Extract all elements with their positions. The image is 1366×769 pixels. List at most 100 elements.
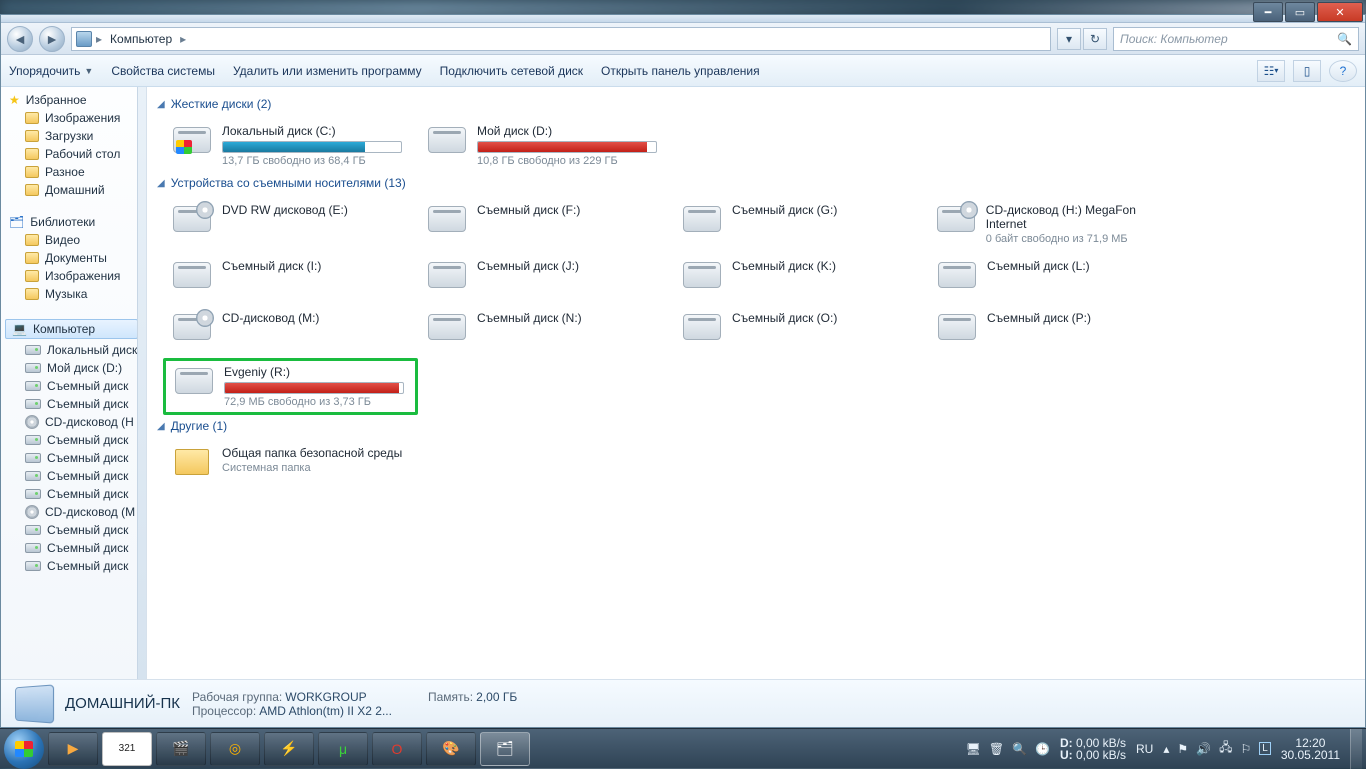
drive-item[interactable]: Мой диск (D:) 10,8 ГБ свободно из 229 ГБ — [418, 119, 673, 172]
sidebar-item[interactable]: Видео — [1, 231, 146, 249]
drive-item[interactable]: Съемный диск (I:) — [163, 254, 418, 302]
taskbar-app-explorer[interactable]: 🗂 — [480, 732, 530, 766]
content-pane[interactable]: ◢ Жесткие диски (2) Локальный диск (C:) 1… — [147, 87, 1365, 679]
start-button[interactable] — [4, 729, 44, 769]
sidebar-item[interactable]: Локальный диск — [1, 341, 146, 359]
tray-icon-recycle[interactable]: 🗑 — [989, 742, 1004, 756]
sidebar-item[interactable]: Съемный диск — [1, 377, 146, 395]
preview-pane-button[interactable]: ▯ — [1293, 60, 1321, 82]
memory-value: 2,00 ГБ — [476, 690, 517, 704]
show-desktop-button[interactable] — [1350, 729, 1362, 769]
sidebar-item[interactable]: Съемный диск — [1, 431, 146, 449]
system-tray[interactable]: 🖥 🗑 🔍 🕒 D: 0,00 kB/s U: 0,00 kB/s RU ▴ ⚑… — [966, 737, 1346, 761]
taskbar[interactable]: ▶ 321 🎬 ◎ ⚡ μ O 🎨 🗂 🖥 🗑 🔍 🕒 D: 0,00 kB/s… — [0, 728, 1366, 768]
clock[interactable]: 12:20 30.05.2011 — [1281, 737, 1340, 761]
titlebar[interactable] — [1, 15, 1365, 23]
drive-item[interactable]: Локальный диск (C:) 13,7 ГБ свободно из … — [163, 119, 418, 172]
refresh-button[interactable]: ↻ — [1083, 28, 1107, 50]
close-button[interactable]: ✕ — [1317, 2, 1363, 22]
view-options-button[interactable]: ☷▾ — [1257, 60, 1285, 82]
sidebar-item[interactable]: Домашний — [1, 181, 146, 199]
taskbar-app-paint[interactable]: 🎨 — [426, 732, 476, 766]
sidebar-item[interactable]: Изображения — [1, 267, 146, 285]
forward-button[interactable]: ► — [39, 26, 65, 52]
sidebar-item-computer[interactable]: 💻Компьютер — [5, 319, 138, 339]
sidebar-item[interactable]: Съемный диск — [1, 467, 146, 485]
group-header-removable[interactable]: ◢Устройства со съемными носителями (13) — [157, 172, 1359, 198]
drive-item[interactable]: Evgeniy (R:) 72,9 МБ свободно из 3,73 ГБ — [163, 358, 418, 415]
sidebar-item[interactable]: Съемный диск — [1, 485, 146, 503]
drive-item[interactable]: Съемный диск (N:) — [418, 306, 673, 354]
back-button[interactable]: ◄ — [7, 26, 33, 52]
sidebar-item[interactable]: CD-дисковод (M — [1, 503, 146, 521]
history-dropdown[interactable]: ▾ — [1057, 28, 1081, 50]
navigation-pane[interactable]: ★Избранное ИзображенияЗагрузкиРабочий ст… — [1, 87, 147, 679]
taskbar-app-media[interactable]: ▶ — [48, 732, 98, 766]
search-input[interactable]: Поиск: Компьютер 🔍 — [1113, 27, 1359, 51]
drive-item[interactable]: CD-дисковод (M:) — [163, 306, 418, 354]
language-indicator[interactable]: RU — [1136, 742, 1153, 756]
workgroup-value: WORKGROUP — [285, 690, 366, 704]
sidebar-item[interactable]: Съемный диск — [1, 395, 146, 413]
tray-icon-display[interactable]: 🖥 — [966, 742, 981, 756]
maximize-button[interactable]: ▭ — [1285, 2, 1315, 22]
drive-item[interactable]: Съемный диск (P:) — [928, 306, 1183, 354]
net-u-label: U: — [1060, 748, 1073, 762]
clock-time: 12:20 — [1281, 737, 1340, 749]
sidebar-item[interactable]: Рабочий стол — [1, 145, 146, 163]
drive-item[interactable]: Съемный диск (G:) — [673, 198, 928, 250]
breadcrumb[interactable]: ▸ Компьютер ▸ — [71, 27, 1051, 51]
sidebar-item[interactable]: Съемный диск — [1, 449, 146, 467]
drive-item[interactable]: Съемный диск (F:) — [418, 198, 673, 250]
drive-item[interactable]: Общая папка безопасной среды Системная п… — [163, 441, 418, 489]
taskbar-app-mpc[interactable]: 321 — [102, 732, 152, 766]
tray-flag-icon[interactable]: ⚑ — [1177, 742, 1188, 756]
favorites-label: Избранное — [26, 93, 87, 107]
drive-subtext: 0 байт свободно из 71,9 МБ — [986, 233, 1174, 245]
collapse-icon: ◢ — [157, 99, 165, 110]
drive-item[interactable]: Съемный диск (K:) — [673, 254, 928, 302]
minimize-button[interactable]: ━ — [1253, 2, 1283, 22]
open-control-panel-button[interactable]: Открыть панель управления — [601, 64, 760, 78]
taskbar-app-video[interactable]: 🎬 — [156, 732, 206, 766]
group-header-other[interactable]: ◢Другие (1) — [157, 415, 1359, 441]
tray-lan-icon[interactable]: L — [1259, 742, 1271, 755]
tray-network-icon[interactable]: 🖧 — [1219, 738, 1232, 759]
tray-icon-search[interactable]: 🔍 — [1012, 742, 1027, 756]
drive-item[interactable]: Съемный диск (O:) — [673, 306, 928, 354]
tray-expand-icon[interactable]: ▴ — [1163, 742, 1169, 756]
sidebar-item[interactable]: Документы — [1, 249, 146, 267]
network-meter[interactable]: D: 0,00 kB/s U: 0,00 kB/s — [1060, 737, 1126, 761]
drive-item[interactable]: Съемный диск (L:) — [928, 254, 1183, 302]
favorites-group[interactable]: ★Избранное — [1, 87, 146, 109]
drive-icon — [172, 259, 212, 291]
drive-item[interactable]: CD-дисковод (H:) MegaFon Internet 0 байт… — [928, 198, 1183, 250]
taskbar-app-aimp[interactable]: ◎ — [210, 732, 260, 766]
map-network-drive-button[interactable]: Подключить сетевой диск — [440, 64, 583, 78]
taskbar-app-daemon[interactable]: ⚡ — [264, 732, 314, 766]
group-header-hdd[interactable]: ◢ Жесткие диски (2) — [157, 93, 1359, 119]
drive-item[interactable]: DVD RW дисковод (E:) — [163, 198, 418, 250]
tray-icon-clock[interactable]: 🕒 — [1035, 742, 1050, 756]
sidebar-item[interactable]: Съемный диск — [1, 557, 146, 575]
sidebar-item[interactable]: Съемный диск — [1, 539, 146, 557]
uninstall-programs-button[interactable]: Удалить или изменить программу — [233, 64, 422, 78]
organize-menu[interactable]: Упорядочить▼ — [9, 64, 93, 78]
system-properties-button[interactable]: Свойства системы — [111, 64, 215, 78]
taskbar-app-opera[interactable]: O — [372, 732, 422, 766]
breadcrumb-computer[interactable]: Компьютер — [106, 32, 176, 46]
sidebar-item[interactable]: Изображения — [1, 109, 146, 127]
drive-item[interactable]: Съемный диск (J:) — [418, 254, 673, 302]
sidebar-item[interactable]: Загрузки — [1, 127, 146, 145]
sidebar-item[interactable]: CD-дисковод (H — [1, 413, 146, 431]
sidebar-item[interactable]: Мой диск (D:) — [1, 359, 146, 377]
sidebar-item[interactable]: Съемный диск — [1, 521, 146, 539]
sidebar-item[interactable]: Разное — [1, 163, 146, 181]
libraries-group[interactable]: 🗂Библиотеки — [1, 209, 146, 231]
tray-volume-icon[interactable]: 🔊 — [1196, 742, 1211, 756]
tray-action-icon[interactable]: ⚐ — [1241, 742, 1252, 756]
help-button[interactable]: ? — [1329, 60, 1357, 82]
taskbar-app-utorrent[interactable]: μ — [318, 732, 368, 766]
sidebar-item[interactable]: Музыка — [1, 285, 146, 303]
group-title-hdd: Жесткие диски (2) — [171, 97, 272, 111]
